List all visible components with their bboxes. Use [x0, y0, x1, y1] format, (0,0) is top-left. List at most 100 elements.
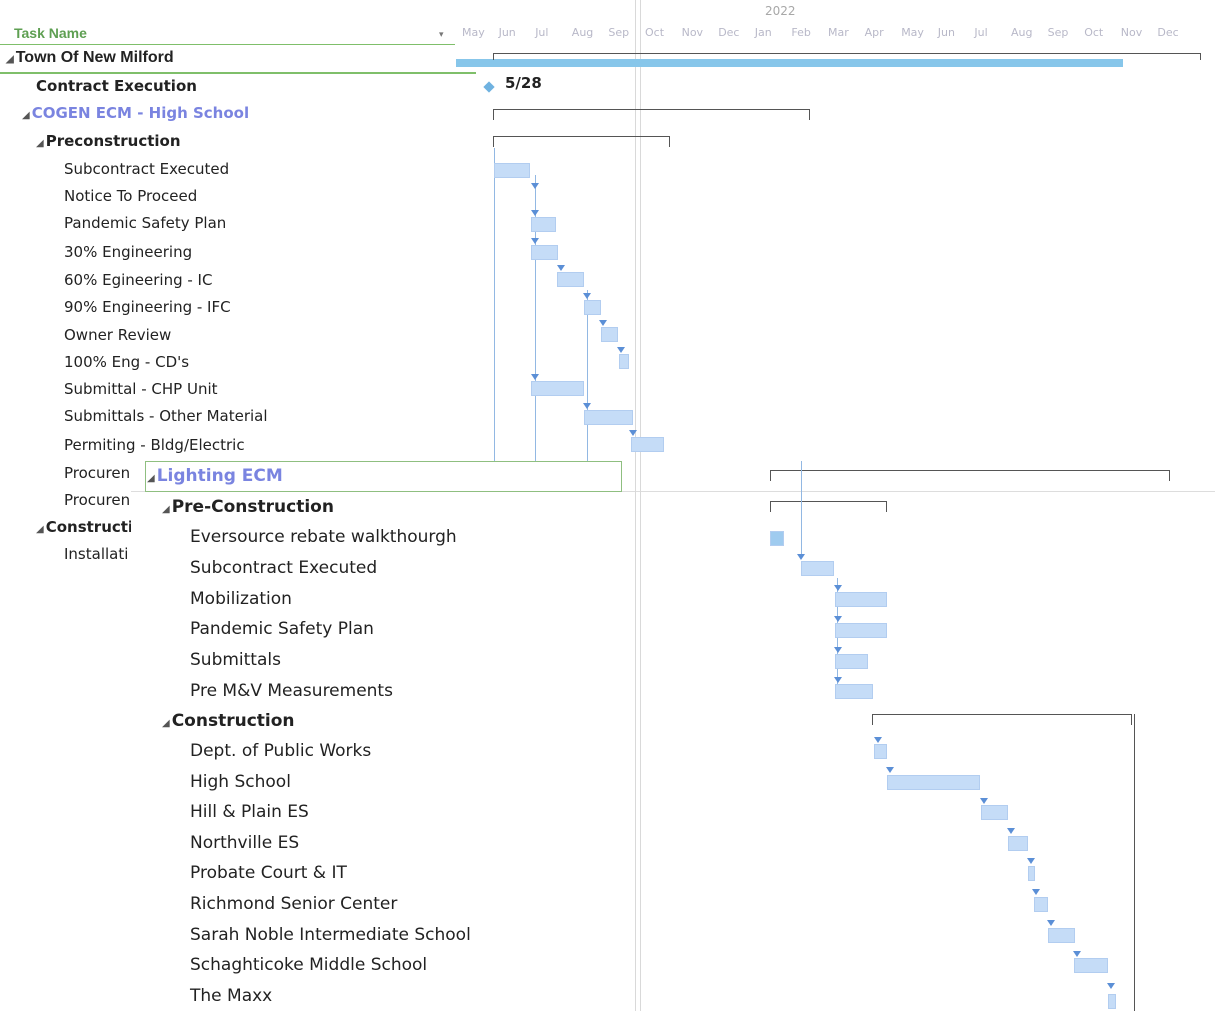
arrow-icon	[617, 347, 625, 353]
timeline-month-label: Sep	[1047, 26, 1069, 39]
milestone-diamond[interactable]	[483, 81, 495, 93]
task-bar[interactable]	[835, 654, 868, 669]
connector-line	[801, 461, 802, 554]
task-bar[interactable]	[835, 592, 887, 607]
task-row[interactable]: Probate Court & IT	[190, 863, 347, 883]
connector-line	[587, 290, 588, 462]
collapse-icon[interactable]: ◢	[162, 718, 170, 729]
summary-bar-town[interactable]	[456, 59, 1123, 67]
task-row-construction[interactable]: ◢ Constructi	[36, 518, 133, 536]
task-label: Pre-Construction	[171, 497, 334, 517]
arrow-icon	[834, 677, 842, 683]
task-row[interactable]: 90% Engineering - IFC	[64, 298, 231, 316]
task-bar[interactable]	[1074, 958, 1108, 973]
task-row[interactable]: Pandemic Safety Plan	[64, 214, 226, 232]
task-bar[interactable]	[1108, 994, 1116, 1009]
timeline-month-label: May	[901, 26, 924, 39]
arrow-icon	[834, 616, 842, 622]
task-bar[interactable]	[531, 217, 556, 232]
task-bar[interactable]	[981, 805, 1008, 820]
task-row[interactable]: Installati	[64, 545, 128, 563]
summary-bracket-edge	[1134, 714, 1135, 1011]
task-name-header[interactable]: Task Name	[14, 25, 87, 41]
header-divider	[0, 44, 455, 45]
task-bar[interactable]	[770, 531, 784, 546]
arrow-icon	[1107, 983, 1115, 989]
timeline-month-label: Apr	[864, 26, 884, 39]
task-row[interactable]: Notice To Proceed	[64, 187, 197, 205]
task-bar[interactable]	[1034, 897, 1048, 912]
task-row[interactable]: Submittals	[190, 650, 281, 670]
arrow-icon	[583, 403, 591, 409]
arrow-icon	[1007, 828, 1015, 834]
task-bar[interactable]	[835, 684, 873, 699]
task-bar[interactable]	[874, 744, 887, 759]
task-row[interactable]: Dept. of Public Works	[190, 741, 371, 761]
task-row[interactable]: Richmond Senior Center	[190, 894, 397, 914]
task-row[interactable]: Permiting - Bldg/Electric	[64, 436, 245, 454]
task-bar[interactable]	[801, 561, 834, 576]
task-row[interactable]: Hill & Plain ES	[190, 802, 309, 822]
timeline-month-label: Oct	[1084, 26, 1104, 39]
task-row[interactable]: High School	[190, 772, 291, 792]
task-row[interactable]: Eversource rebate walkthourgh	[190, 527, 457, 547]
task-bar[interactable]	[531, 245, 558, 260]
arrow-icon	[557, 265, 565, 271]
task-row-pre-construction[interactable]: ◢ Pre-Construction	[162, 497, 334, 517]
task-bar[interactable]	[1008, 836, 1028, 851]
chevron-down-icon[interactable]: ▾	[439, 29, 444, 40]
timeline-month-label: Jun	[498, 26, 516, 39]
task-bar[interactable]	[584, 300, 601, 315]
task-row[interactable]: 60% Egineering - IC	[64, 271, 212, 289]
task-row[interactable]: Submittal - CHP Unit	[64, 380, 218, 398]
task-bar[interactable]	[887, 775, 980, 790]
collapse-icon[interactable]: ◢	[36, 524, 44, 535]
task-bar[interactable]	[494, 163, 530, 178]
collapse-icon[interactable]: ◢	[147, 473, 155, 484]
collapse-icon[interactable]: ◢	[162, 504, 170, 515]
task-row[interactable]: Procuren	[64, 464, 130, 482]
task-row-construction-lighting[interactable]: ◢ Construction	[162, 711, 295, 731]
arrow-icon	[1073, 951, 1081, 957]
summary-bracket	[493, 53, 1201, 60]
task-row[interactable]: Mobilization	[190, 589, 292, 609]
task-bar[interactable]	[584, 410, 633, 425]
timeline-month-label: Nov	[681, 26, 704, 39]
task-bar[interactable]	[601, 327, 618, 342]
task-bar[interactable]	[1028, 866, 1035, 881]
task-row[interactable]: Pre M&V Measurements	[190, 681, 393, 701]
collapse-icon[interactable]: ◢	[36, 138, 44, 149]
arrow-icon	[531, 238, 539, 244]
task-row[interactable]: 30% Engineering	[64, 243, 192, 261]
task-row[interactable]: Schaghticoke Middle School	[190, 955, 427, 975]
arrow-icon	[599, 320, 607, 326]
task-row[interactable]: Procuren	[64, 491, 130, 509]
task-row[interactable]: 100% Eng - CD's	[64, 353, 189, 371]
task-row[interactable]: Submittals - Other Material	[64, 407, 268, 425]
task-row[interactable]: Northville ES	[190, 833, 299, 853]
collapse-icon[interactable]: ◢	[22, 110, 30, 121]
task-row-lighting-ecm[interactable]: ◢ Lighting ECM	[147, 466, 283, 486]
task-bar[interactable]	[835, 623, 887, 638]
task-row-town[interactable]: ◢ Town Of New Milford	[6, 49, 174, 67]
task-row-cogen[interactable]: ◢ COGEN ECM - High School	[22, 104, 249, 122]
timeline-month-label: Aug	[1011, 26, 1033, 39]
task-row[interactable]: The Maxx	[190, 986, 272, 1006]
task-row-contract-execution[interactable]: Contract Execution	[36, 77, 197, 95]
task-bar[interactable]	[1048, 928, 1075, 943]
task-row[interactable]: Pandemic Safety Plan	[190, 619, 374, 639]
task-row[interactable]: Owner Review	[64, 326, 171, 344]
task-row[interactable]: Subcontract Executed	[64, 160, 229, 178]
task-bar[interactable]	[531, 381, 584, 396]
task-bar[interactable]	[631, 437, 664, 452]
timeline-month-label: Aug	[571, 26, 594, 39]
task-label: Lighting ECM	[156, 466, 283, 486]
arrow-icon	[1032, 889, 1040, 895]
task-bar[interactable]	[557, 272, 584, 287]
task-row-preconstruction[interactable]: ◢ Preconstruction	[36, 132, 181, 150]
task-row[interactable]: Subcontract Executed	[190, 558, 377, 578]
task-row[interactable]: Sarah Noble Intermediate School	[190, 925, 471, 945]
task-bar[interactable]	[619, 354, 629, 369]
collapse-icon[interactable]: ◢	[6, 54, 14, 65]
timeline-month-label: Jul	[974, 26, 988, 39]
